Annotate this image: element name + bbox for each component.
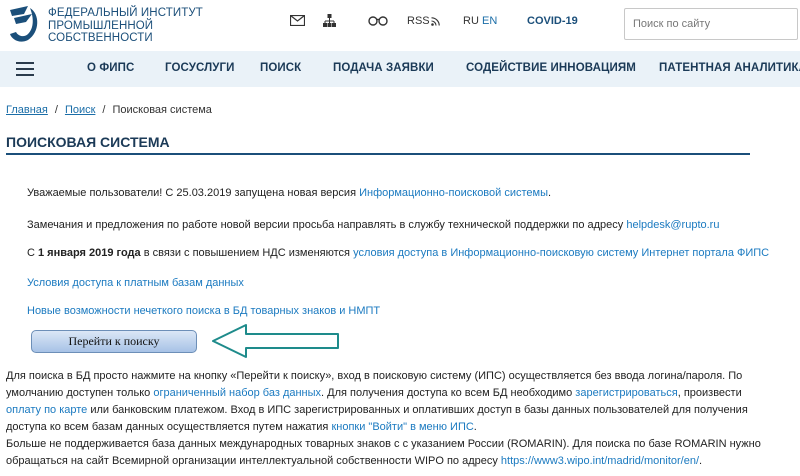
rss-icon — [430, 16, 440, 26]
arrow-left-icon — [212, 324, 339, 358]
mail-icon[interactable] — [290, 15, 305, 26]
page-title: Поисковая система — [6, 134, 170, 150]
breadcrumb-separator: / — [102, 104, 106, 116]
search-input[interactable] — [624, 8, 798, 40]
top-header: Федеральный институт промышленной собств… — [0, 0, 800, 48]
rss-link[interactable]: RSS — [407, 15, 440, 27]
breadcrumb-current: Поисковая система — [112, 104, 212, 116]
text: обращаться на сайт Всемирной организации… — [6, 455, 501, 467]
nav-item-services[interactable]: Госуслуги — [165, 62, 235, 74]
text-line: оплату по карте или банковским платежом.… — [6, 402, 796, 419]
breadcrumb: Главная / Поиск / Поисковая система — [6, 104, 212, 116]
covid-link[interactable]: COVID-19 — [527, 15, 578, 27]
main-nav: О ФИПС Госуслуги Поиск Подача заявки Сод… — [0, 51, 800, 87]
title-divider — [6, 153, 750, 155]
nav-item-search[interactable]: Поиск — [260, 62, 301, 74]
paid-db-paragraph: Условия доступа к платным базам данных — [27, 277, 244, 289]
lang-en[interactable]: EN — [482, 15, 497, 27]
sitemap-icon[interactable] — [323, 14, 336, 27]
notice-paragraph: Уважаемые пользователи! С 25.03.2019 зап… — [27, 187, 551, 199]
text: умолчанию доступен только — [6, 387, 154, 399]
text: Замечания и предложения по работе новой … — [27, 219, 627, 231]
card-payment-link[interactable]: оплату по карте — [6, 404, 87, 416]
access-conditions-link[interactable]: условия доступа в Информационно-поискову… — [353, 247, 769, 259]
breadcrumb-search[interactable]: Поиск — [65, 104, 95, 116]
text-line: обращаться на сайт Всемирной организации… — [6, 453, 796, 470]
text: или банковским платежом. Вход в ИПС заре… — [87, 404, 748, 416]
glasses-icon[interactable] — [368, 16, 388, 26]
text: С — [27, 247, 38, 259]
rss-label: RSS — [407, 15, 430, 27]
helpdesk-email-link[interactable]: helpdesk@rupto.ru — [626, 219, 719, 231]
feedback-paragraph: Замечания и предложения по работе новой … — [27, 219, 719, 231]
text: . Для получения доступа ко всем БД необх… — [321, 387, 576, 399]
text: , произвести — [677, 387, 742, 399]
logo-line: собственности — [48, 32, 153, 44]
breadcrumb-home[interactable]: Главная — [6, 104, 48, 116]
text-line: Больше не поддерживается база данных меж… — [6, 438, 761, 450]
text: . — [548, 187, 552, 199]
fuzzy-search-paragraph: Новые возможности нечеткого поиска в БД … — [27, 305, 380, 317]
nav-item-innovation[interactable]: Содействие инновациям — [466, 62, 636, 74]
text: . — [699, 455, 703, 467]
ips-link[interactable]: Информационно-поисковой системы — [359, 187, 548, 199]
text: доступа ко всем базам данных осуществляе… — [6, 421, 332, 433]
vat-paragraph: С 1 января 2019 года в связи с повышение… — [27, 247, 769, 259]
login-button-link[interactable]: кнопки "Войти" в меню ИПС — [331, 421, 473, 433]
instructions-text: Для поиска в БД просто нажмите на кнопку… — [6, 368, 796, 470]
limited-db-link[interactable]: ограниченный набор баз данных — [153, 387, 321, 399]
paid-db-link[interactable]: Условия доступа к платным базам данных — [27, 277, 244, 289]
logo-text[interactable]: Федеральный институт промышленной собств… — [48, 7, 203, 45]
text: . — [473, 421, 477, 433]
text-line: доступа ко всем базам данных осуществляе… — [6, 419, 796, 436]
register-link[interactable]: зарегистрироваться — [575, 387, 677, 399]
logo-line: Федеральный институт — [48, 7, 203, 19]
nav-item-analytics[interactable]: Патентная аналитика — [659, 62, 800, 74]
text-line: умолчанию доступен только ограниченный н… — [6, 385, 796, 402]
nav-item-about[interactable]: О ФИПС — [87, 62, 134, 74]
text: Уважаемые пользователи! С 25.03.2019 зап… — [27, 187, 360, 199]
go-to-search-button[interactable]: Перейти к поиску — [31, 330, 197, 353]
nav-item-apply[interactable]: Подача заявки — [333, 62, 434, 74]
text: в связи с повышением НДС изменяются — [140, 247, 354, 259]
breadcrumb-separator: / — [54, 104, 58, 116]
fips-logo-icon[interactable] — [6, 4, 42, 44]
date-bold: 1 января 2019 года — [38, 247, 141, 259]
logo-line: промышленной — [48, 19, 154, 32]
text-line: Для поиска в БД просто нажмите на кнопку… — [6, 370, 743, 382]
wipo-link[interactable]: https://www3.wipo.int/madrid/monitor/en/ — [501, 455, 699, 467]
fuzzy-search-link[interactable]: Новые возможности нечеткого поиска в БД … — [27, 305, 380, 317]
lang-ru[interactable]: RU — [463, 15, 479, 27]
menu-icon[interactable] — [16, 62, 34, 76]
